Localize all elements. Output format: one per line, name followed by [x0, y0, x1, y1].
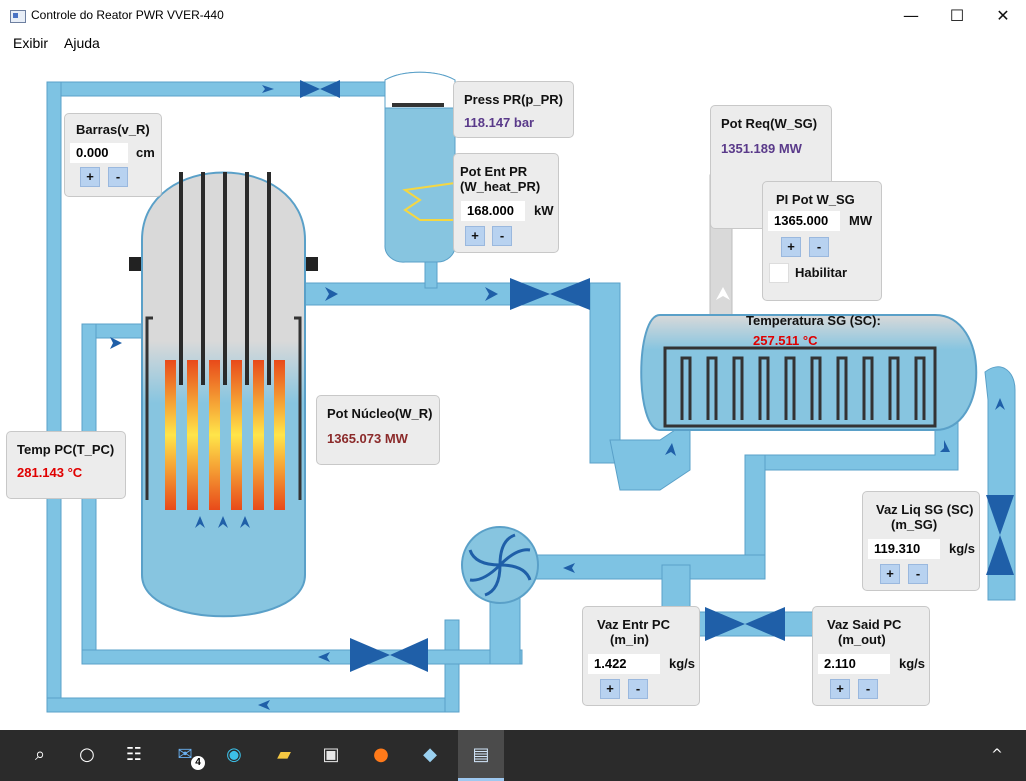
pipe-left-outer [46, 81, 62, 713]
pc-temperature-label: Temp PC(T_PC) [17, 442, 115, 457]
file-explorer-icon[interactable]: ▰ [271, 742, 297, 768]
pc-outlet-flow-label-line2: (m_out) [838, 632, 886, 647]
pc-temperature-value: 281.143 °C [17, 465, 83, 480]
taskbar: ⌕ ○ ☷ ✉ 4 ◉ ▰ ▣ ● ◆ ▤ ^ [0, 730, 1026, 781]
pi-power-panel: PI Pot W_SG 1365.000 MW + - Habilitar [762, 181, 882, 301]
pi-power-label: PI Pot W_SG [776, 192, 855, 207]
core-power-value: 1365.073 MW [327, 431, 408, 446]
menu-exibir[interactable]: Exibir [13, 35, 48, 51]
pipe-bottom-outer [46, 697, 460, 713]
pc-temperature-panel: Temp PC(T_PC) 281.143 °C [6, 431, 126, 499]
rods-unit: cm [136, 145, 155, 160]
pc-inlet-flow-label-line1: Vaz Entr PC [597, 617, 670, 632]
pc-inlet-flow-panel: Vaz Entr PC (m_in) 1.422 kg/s + - [582, 606, 700, 706]
pi-power-decrease-button[interactable]: - [809, 237, 829, 257]
sg-liquid-flow-panel: Vaz Liq SG (SC) (m_SG) 119.310 kg/s + - [862, 491, 980, 591]
window-title: Controle do Reator PWR VVER-440 [31, 8, 224, 22]
widgets-icon[interactable]: ☷ [121, 742, 147, 768]
pressurizer-heater-input[interactable]: 168.000 [461, 201, 525, 221]
pi-power-increase-button[interactable]: + [781, 237, 801, 257]
menu-ajuda[interactable]: Ajuda [64, 35, 100, 51]
pc-outlet-flow-panel: Vaz Said PC (m_out) 2.110 kg/s + - [812, 606, 930, 706]
sg-liquid-flow-decrease-button[interactable]: - [908, 564, 928, 584]
pc-inlet-flow-input[interactable]: 1.422 [588, 654, 660, 674]
power-required-label: Pot Req(W_SG) [721, 116, 818, 131]
sg-liquid-flow-unit: kg/s [949, 541, 976, 556]
pc-outlet-flow-increase-button[interactable]: + [830, 679, 850, 699]
pc-outlet-flow-decrease-button[interactable]: - [858, 679, 878, 699]
reactor-vessel [129, 171, 318, 618]
sg-temperature-value: 257.511 °C [753, 333, 818, 348]
store-icon[interactable]: ▣ [318, 742, 344, 768]
sg-liquid-flow-increase-button[interactable]: + [880, 564, 900, 584]
rods-decrease-button[interactable]: - [108, 167, 128, 187]
pipe-hot-vertical [589, 282, 621, 464]
pc-outlet-flow-label-line1: Vaz Said PC [827, 617, 902, 632]
pi-enable-label: Habilitar [795, 265, 848, 280]
pressurizer-heater-label-line2: (W_heat_PR) [460, 179, 541, 194]
pressurizer-pressure-panel: Press PR(p_PR) 118.147 bar [453, 81, 574, 138]
maximize-button[interactable]: ☐ [934, 0, 980, 31]
sg-liquid-flow-label-line2: (m_SG) [891, 517, 938, 532]
valve-bottom-a [350, 638, 390, 672]
edge-icon[interactable]: ◉ [221, 742, 247, 768]
pressurizer-heater-panel: Pot Ent PR (W_heat_PR) 168.000 kW + - [453, 153, 559, 253]
sg-temperature-label: Temperatura SG (SC): [746, 313, 881, 328]
pi-power-input[interactable]: 1365.000 [768, 211, 840, 231]
pressurizer-pressure-value: 118.147 bar [464, 115, 535, 130]
pressurizer-pressure-label: Press PR(p_PR) [464, 92, 563, 107]
pressurizer-heater-unit: kW [534, 203, 554, 218]
sg-liquid-flow-input[interactable]: 119.310 [868, 539, 940, 559]
rods-label: Barras(v_R) [76, 122, 150, 137]
pi-power-unit: MW [849, 213, 873, 228]
core-power-panel: Pot Núcleo(W_R) 1365.073 MW [316, 395, 440, 465]
app-icon [10, 10, 26, 23]
pressurizer-heater-increase-button[interactable]: + [465, 226, 485, 246]
pipe-inner-bottom [81, 649, 523, 665]
pc-inlet-flow-decrease-button[interactable]: - [628, 679, 648, 699]
power-required-value: 1351.189 MW [721, 141, 802, 156]
pc-outlet-flow-unit: kg/s [899, 656, 926, 671]
reactor-diagram: Barras(v_R) 0.000 cm + - Press PR(p_PR) … [0, 55, 1026, 730]
pressurizer-heater-decrease-button[interactable]: - [492, 226, 512, 246]
pump [461, 526, 539, 604]
task-view-icon[interactable]: ○ [74, 742, 100, 768]
valve-bottom-b [390, 638, 428, 672]
core-power-label: Pot Núcleo(W_R) [327, 406, 433, 421]
rods-input[interactable]: 0.000 [70, 143, 128, 163]
pipe-to-pump [519, 554, 766, 580]
notes-icon[interactable]: ◆ [417, 742, 443, 768]
reactor-app-icon[interactable]: ▤ [468, 742, 494, 768]
minimize-button[interactable]: — [888, 0, 934, 31]
pressurizer-heater-label-line1: Pot Ent PR [460, 164, 528, 179]
pc-inlet-flow-unit: kg/s [669, 656, 696, 671]
rods-increase-button[interactable]: + [80, 167, 100, 187]
rods-panel: Barras(v_R) 0.000 cm + - [64, 113, 162, 197]
pc-inlet-flow-label-line2: (m_in) [610, 632, 649, 647]
pressurizer [384, 71, 456, 263]
close-button[interactable]: ✕ [980, 0, 1026, 31]
search-icon[interactable]: ⌕ [27, 742, 53, 768]
menu-bar: Exibir Ajuda [0, 31, 1026, 55]
sg-liquid-flow-label-line1: Vaz Liq SG (SC) [876, 502, 974, 517]
mail-badge: 4 [191, 756, 205, 770]
pc-outlet-flow-input[interactable]: 2.110 [818, 654, 890, 674]
title-bar: Controle do Reator PWR VVER-440 — ☐ ✕ [0, 0, 1026, 31]
tray-chevron-icon[interactable]: ^ [984, 742, 1010, 768]
pi-enable-checkbox[interactable] [769, 263, 789, 283]
pipe-sg-down [744, 454, 766, 566]
pipe-aux-down [661, 564, 691, 612]
pipe-bottom-riser [444, 619, 460, 713]
firefox-icon[interactable]: ● [368, 742, 394, 768]
pc-inlet-flow-increase-button[interactable]: + [600, 679, 620, 699]
